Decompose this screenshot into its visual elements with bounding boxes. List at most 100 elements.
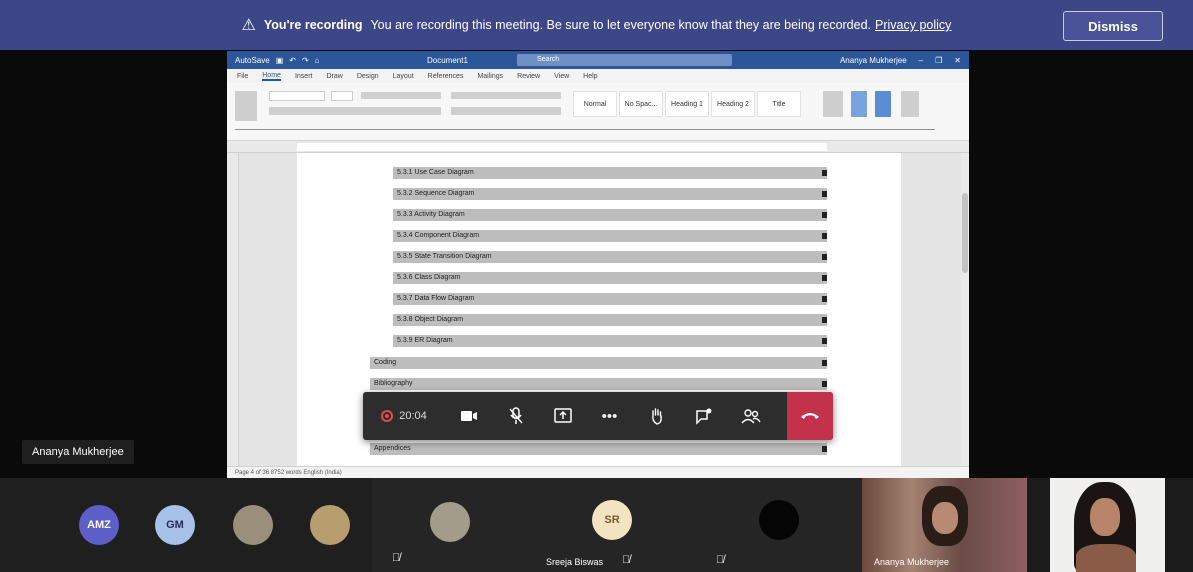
document-name: Document1 (427, 55, 468, 65)
tab-layout: Layout (392, 72, 414, 80)
warning-icon: ⚠ (241, 17, 256, 34)
participant-name: Sreeja Biswas (546, 557, 604, 567)
camera-button[interactable] (445, 392, 492, 440)
mic-off-icon: 🎙̸ (392, 552, 401, 564)
banner-detail: You are recording this meeting. Be sure … (370, 18, 872, 32)
participants-button[interactable] (727, 392, 774, 440)
tab-review: Review (517, 72, 541, 80)
presenter-name-label: Ananya Mukherjee (22, 440, 134, 464)
self-view-face (1090, 498, 1120, 536)
horizontal-ruler (227, 141, 969, 153)
font-name-box (269, 91, 325, 101)
toc-entry: 5.3.9 ER Diagram (393, 335, 827, 347)
home-icon: ⌂ (314, 55, 320, 65)
word-user-name: Ananya Mukherjee (839, 55, 907, 65)
paste-icon (235, 91, 257, 121)
vertical-ruler (227, 153, 239, 466)
dictate-icon (851, 91, 867, 117)
tab-file: File (237, 72, 249, 80)
tab-help: Help (583, 72, 598, 80)
avatar[interactable]: AMZ (79, 505, 119, 545)
raise-hand-button[interactable] (633, 392, 680, 440)
word-ribbon-tabs: File Home Insert Draw Design Layout Refe… (227, 69, 969, 83)
word-title-bar: AutoSave ▣ ↶ ↷ ⌂ Document1 Search Ananya… (227, 51, 969, 69)
tab-insert: Insert (294, 72, 313, 80)
camera-icon (460, 411, 477, 421)
chat-icon (695, 408, 711, 425)
style-title: Title (757, 91, 801, 117)
style-normal: Normal (573, 91, 617, 117)
avatar: SR (592, 500, 632, 540)
meeting-control-bar: 20:04 ••• (363, 392, 833, 440)
participant-tile[interactable]: 🎙̸ (372, 478, 532, 572)
participant-tile[interactable]: 🎙̸ (692, 478, 862, 572)
toc-entry: Coding (370, 357, 827, 369)
leave-call-button[interactable] (787, 392, 833, 440)
mic-off-icon (508, 407, 523, 424)
participant-video[interactable]: Ananya Mukherjee (862, 478, 1027, 572)
tab-draw: Draw (326, 72, 343, 80)
tab-mailings: Mailings (477, 72, 504, 80)
paragraph-tools (451, 92, 561, 99)
self-view-video[interactable] (1050, 478, 1165, 572)
self-view-body (1076, 544, 1136, 572)
restore-icon: ❐ (935, 55, 943, 65)
editor-icon (875, 91, 891, 117)
avatar-photo (430, 502, 470, 542)
reuse-files-icon (901, 91, 919, 117)
mic-button[interactable] (492, 392, 539, 440)
participant-face (932, 502, 958, 534)
toc-entry: 5.3.1 Use Case Diagram (393, 167, 827, 179)
tab-design: Design (356, 72, 379, 80)
font-tools (361, 92, 441, 99)
format-tools (269, 107, 441, 115)
avatar-photo[interactable] (233, 505, 273, 545)
mic-off-icon: 🎙̸ (716, 554, 725, 566)
redo-icon: ↷ (301, 55, 309, 65)
style-no-spacing: No Spac... (619, 91, 663, 117)
more-icon: ••• (601, 407, 618, 425)
toc-entry: 5.3.4 Component Diagram (393, 230, 827, 242)
alignment-tools (451, 107, 561, 115)
avatar (759, 500, 799, 540)
toc-entry: 5.3.2 Sequence Diagram (393, 188, 827, 200)
banner-title: You're recording (263, 18, 363, 32)
recording-timer: 20:04 (363, 392, 445, 440)
participant-overflow-tile: AMZ GM (0, 478, 372, 572)
ribbon-group-divider (235, 129, 935, 130)
participant-tile[interactable]: SR Sreeja Biswas 🎙̸ (532, 478, 692, 572)
word-status-bar: Page 4 of 36 8752 words English (India) (227, 466, 969, 478)
tab-view: View (554, 72, 570, 80)
toc-entry: 5.3.8 Object Diagram (393, 314, 827, 326)
share-button[interactable] (539, 392, 586, 440)
find-icon (823, 91, 843, 117)
participant-strip: AMZ GM 🎙̸ SR Sreeja Biswas 🎙̸ 🎙̸ Ananya … (0, 478, 1193, 572)
toc-entry: 5.3.7 Data Flow Diagram (393, 293, 827, 305)
privacy-policy-link[interactable]: Privacy policy (875, 18, 951, 32)
mic-off-icon: 🎙̸ (622, 554, 631, 566)
avatar-initials: GM (166, 519, 184, 531)
word-search-box: Search (517, 54, 732, 66)
toc-entry: 5.3.5 State Transition Diagram (393, 251, 827, 263)
avatar-photo[interactable] (310, 505, 350, 545)
font-size-box (331, 91, 353, 101)
avatar-initials: SR (604, 514, 620, 526)
hang-up-icon (801, 413, 819, 419)
avatar[interactable]: GM (155, 505, 195, 545)
style-heading-2: Heading 2 (711, 91, 755, 117)
undo-icon: ↶ (289, 55, 296, 65)
autosave-label: AutoSave (235, 55, 270, 65)
word-scrollbar (961, 153, 969, 466)
minimize-icon: – (918, 55, 924, 65)
more-button[interactable]: ••• (586, 392, 633, 440)
tab-home: Home (262, 71, 281, 81)
toc-entry: Bibliography (370, 378, 827, 390)
timer-text: 20:04 (399, 410, 427, 422)
recording-banner: ⚠ You're recording You are recording thi… (0, 0, 1193, 50)
participant-name: Ananya Mukherjee (874, 557, 950, 567)
toc-entry: 5.3.3 Activity Diagram (393, 209, 827, 221)
chat-button[interactable] (680, 392, 727, 440)
style-heading-1: Heading 1 (665, 91, 709, 117)
toc-entry: 5.3.6 Class Diagram (393, 272, 827, 284)
dismiss-button[interactable]: Dismiss (1063, 11, 1163, 41)
